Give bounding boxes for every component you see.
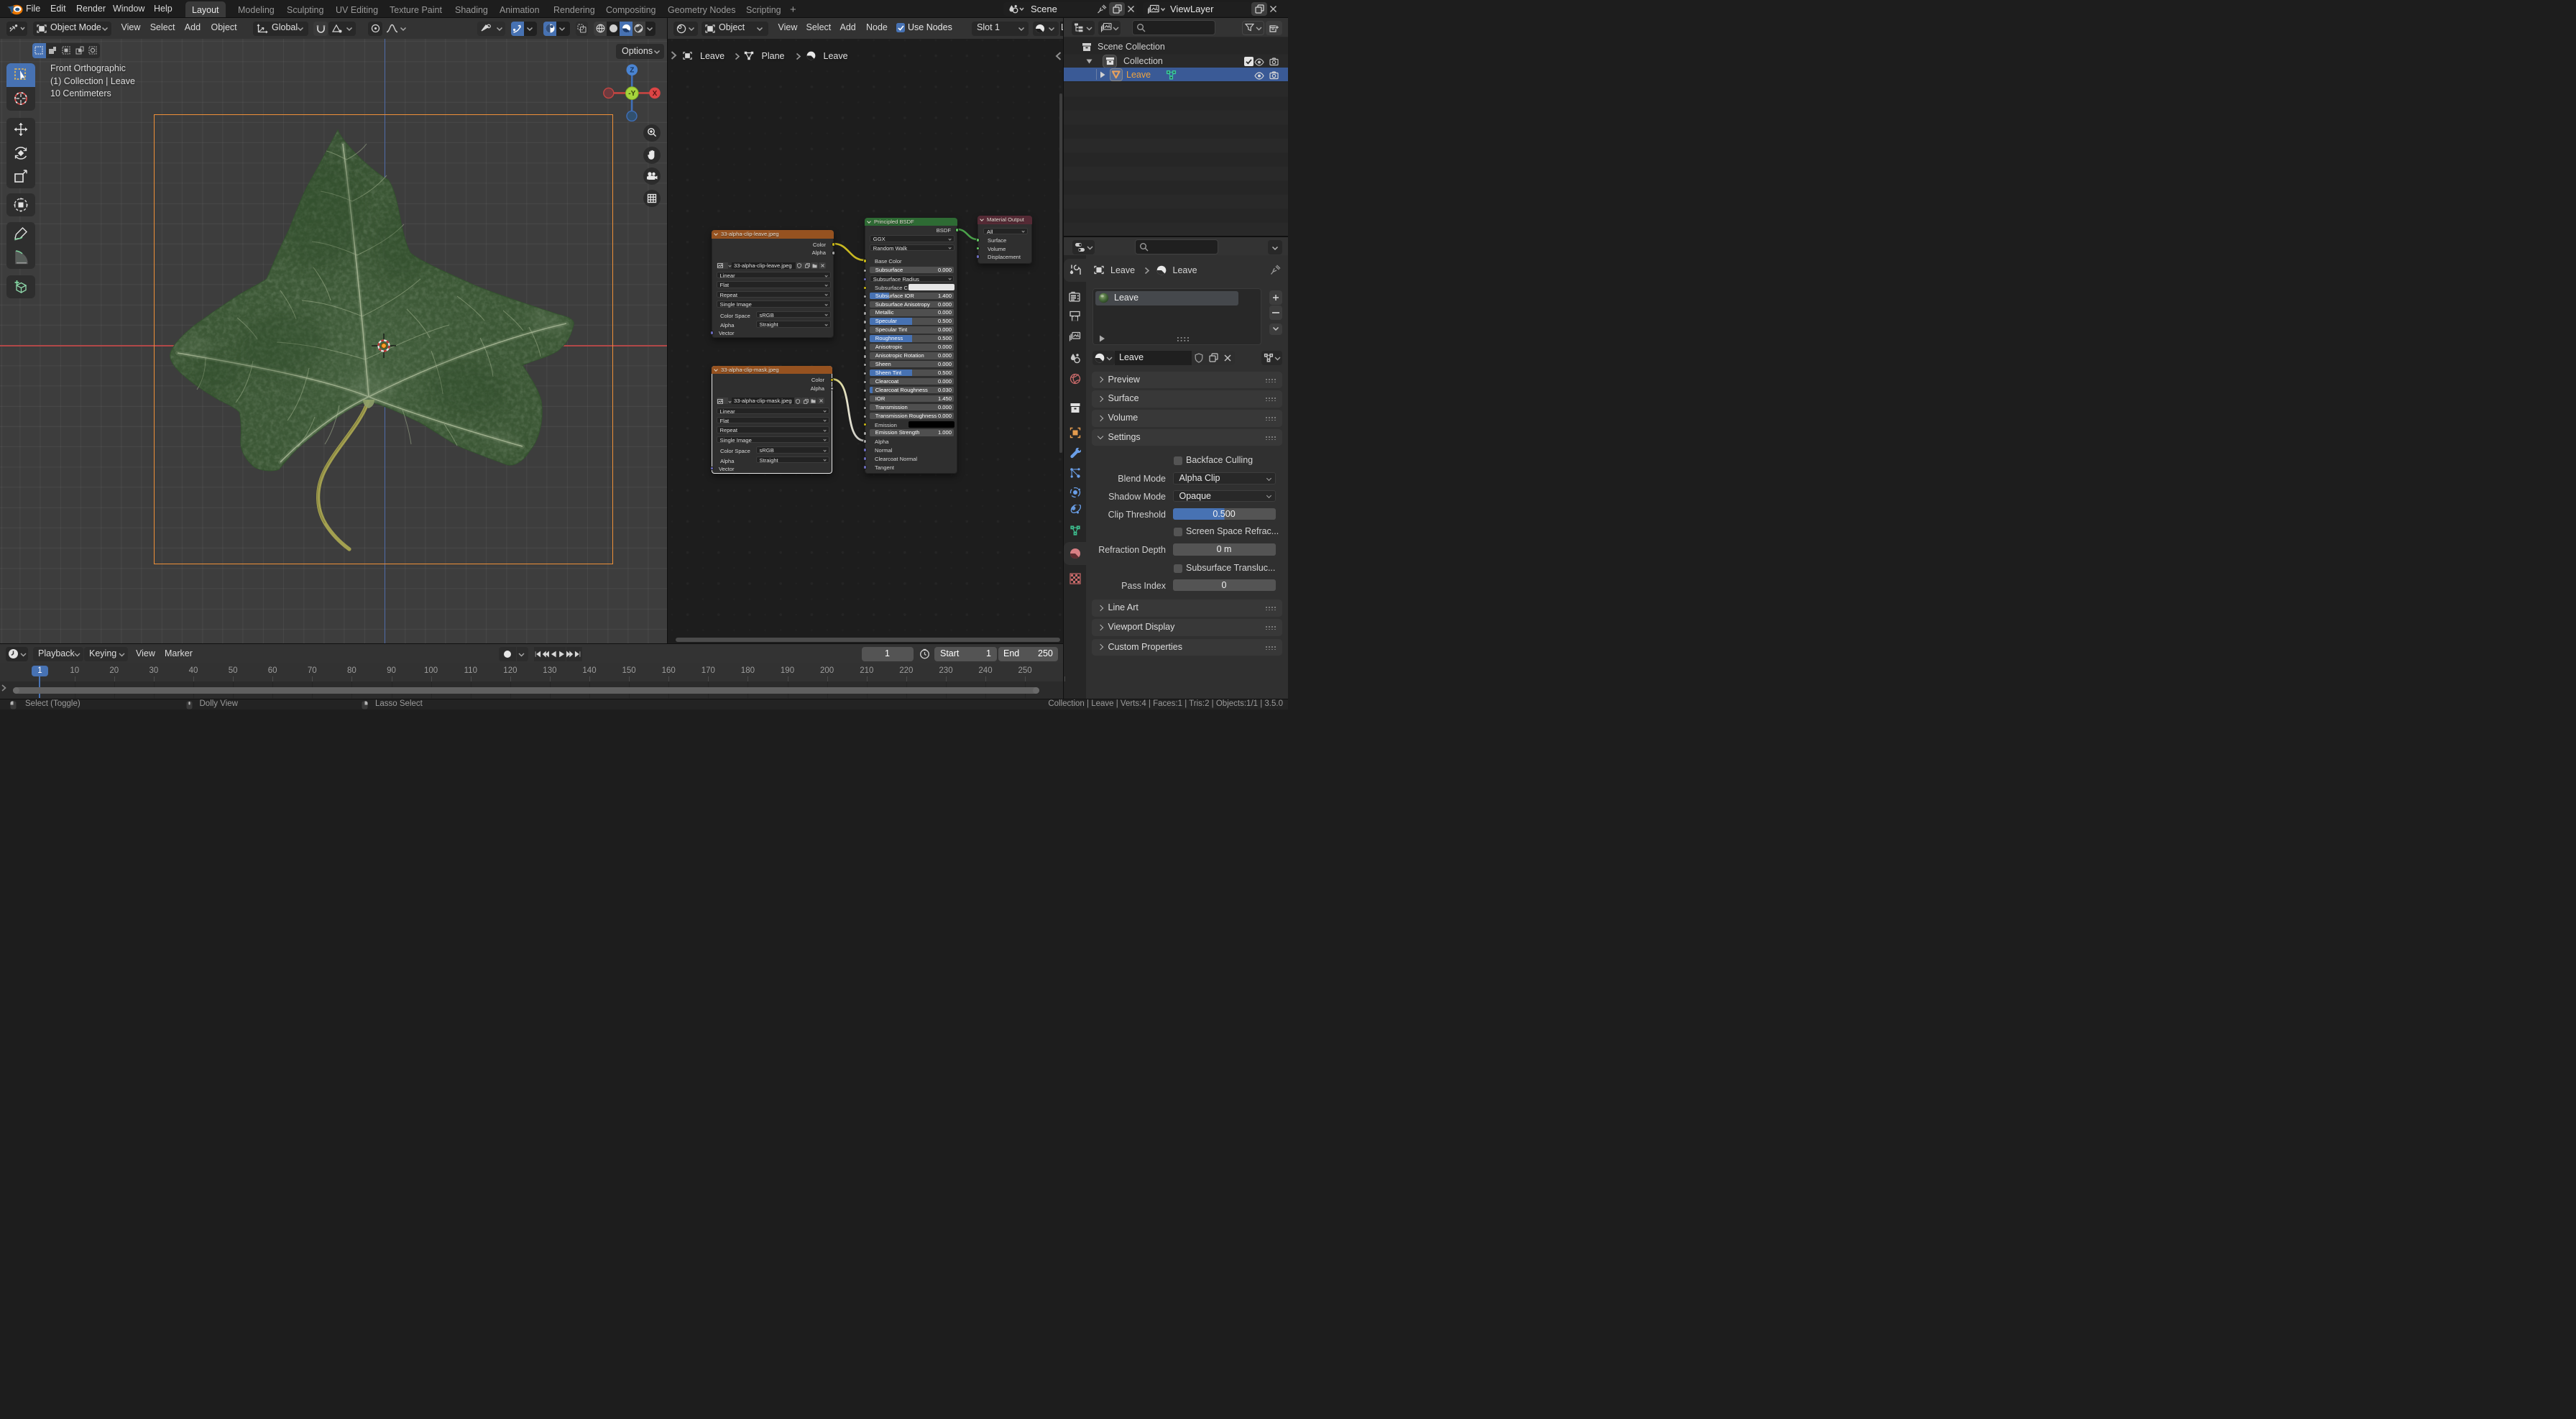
svg-text:Z: Z <box>630 67 634 75</box>
svg-text:-Y: -Y <box>628 90 635 98</box>
svg-text:X: X <box>653 90 658 98</box>
